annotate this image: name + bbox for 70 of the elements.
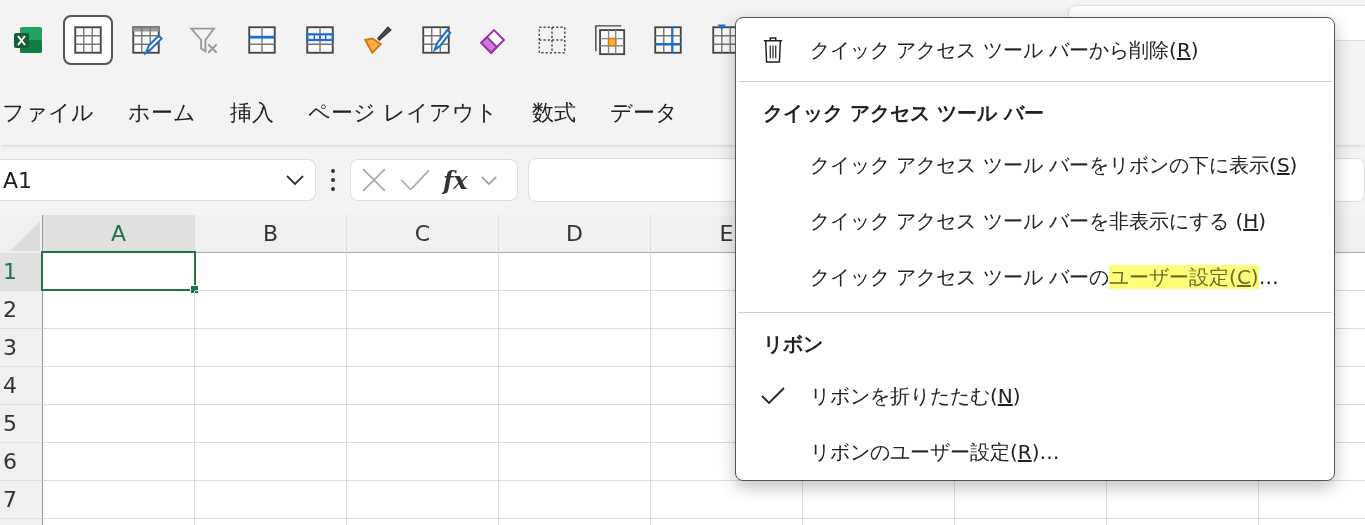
table-cell-icon [593, 23, 627, 57]
column-header[interactable]: A [43, 215, 195, 253]
column-header[interactable]: B [195, 215, 347, 253]
grid-cell[interactable] [43, 481, 195, 519]
row-header[interactable]: 2 [0, 291, 43, 329]
chevron-down-icon [285, 174, 305, 186]
grid-cell[interactable] [347, 291, 499, 329]
trash-icon [762, 35, 784, 65]
check-icon[interactable] [399, 167, 431, 193]
menu-section-heading: クイック アクセス ツール バー [762, 99, 1045, 127]
ribbon-tab[interactable]: ホーム [114, 97, 210, 128]
cancel-icon[interactable] [361, 167, 387, 193]
grid-cell[interactable] [195, 405, 347, 443]
ribbon-tab[interactable]: 挿入 [216, 97, 288, 128]
spreadsheet-app-icon [12, 24, 44, 56]
menu-item[interactable]: クイック アクセス ツール バーをリボンの下に表示(S) [810, 151, 1298, 179]
grid-cell[interactable] [43, 443, 195, 481]
menu-item[interactable]: クイック アクセス ツール バーのユーザー設定(C)… [810, 263, 1279, 291]
grid-cell[interactable] [347, 367, 499, 405]
menu-item[interactable]: リボンを折りたたむ(N) [810, 382, 1021, 410]
grid-cell[interactable] [195, 367, 347, 405]
grid-button[interactable] [63, 15, 113, 65]
table-pencil-icon [419, 23, 453, 57]
row-header[interactable]: 1 [0, 253, 43, 291]
column-header[interactable]: C [347, 215, 499, 253]
insert-function-button[interactable]: fx [443, 165, 468, 195]
grid-cell[interactable] [499, 253, 651, 291]
menu-item[interactable]: クイック アクセス ツール バーから削除(R) [810, 36, 1199, 64]
grid-cell[interactable] [43, 291, 195, 329]
row-header[interactable]: 5 [0, 405, 43, 443]
grid-cell[interactable] [347, 405, 499, 443]
grid-cell[interactable] [43, 367, 195, 405]
ribbon-tab[interactable]: ページ レイアウト [294, 97, 512, 128]
table-header-icon [303, 23, 337, 57]
grid-cell[interactable] [195, 291, 347, 329]
grid-cell[interactable] [195, 443, 347, 481]
more-options-icon[interactable] [330, 168, 336, 192]
ribbon-tab[interactable]: データ [596, 97, 692, 128]
ribbon-tab[interactable]: ファイル [0, 97, 108, 128]
grid-cell[interactable] [499, 291, 651, 329]
menu-section-heading: リボン [762, 330, 824, 358]
grid-cell[interactable] [195, 481, 347, 519]
grid-cell[interactable] [347, 329, 499, 367]
select-all-icon[interactable] [10, 221, 40, 251]
grid-cell[interactable] [499, 481, 651, 519]
row-header[interactable]: 6 [0, 443, 43, 481]
grid-cell[interactable] [499, 443, 651, 481]
chevron-down-icon[interactable] [479, 174, 498, 186]
grid-cell[interactable] [499, 405, 651, 443]
column-header[interactable]: D [499, 215, 651, 253]
grid-icon [71, 23, 105, 57]
grid-cell[interactable] [347, 481, 499, 519]
table-rows-icon [245, 23, 279, 57]
grid-cell[interactable] [43, 405, 195, 443]
table-pencil-icon [129, 23, 163, 57]
row-header[interactable]: 7 [0, 481, 43, 519]
grid-cell[interactable] [347, 443, 499, 481]
grid-cell[interactable] [43, 329, 195, 367]
grid-cell[interactable] [347, 253, 499, 291]
grid-cell[interactable] [195, 329, 347, 367]
row-header[interactable]: 3 [0, 329, 43, 367]
ribbon-tab[interactable]: 数式 [518, 97, 590, 128]
grid-cell[interactable] [499, 367, 651, 405]
name-box[interactable]: A1 [0, 159, 316, 201]
grid-cell[interactable] [499, 329, 651, 367]
menu-item[interactable]: リボンのユーザー設定(R)… [810, 438, 1060, 466]
row-header[interactable]: 4 [0, 367, 43, 405]
grid-lines-icon [651, 23, 685, 57]
grid-cell[interactable] [195, 253, 347, 291]
menu-item[interactable]: クイック アクセス ツール バーを非表示にする (H) [810, 207, 1267, 235]
